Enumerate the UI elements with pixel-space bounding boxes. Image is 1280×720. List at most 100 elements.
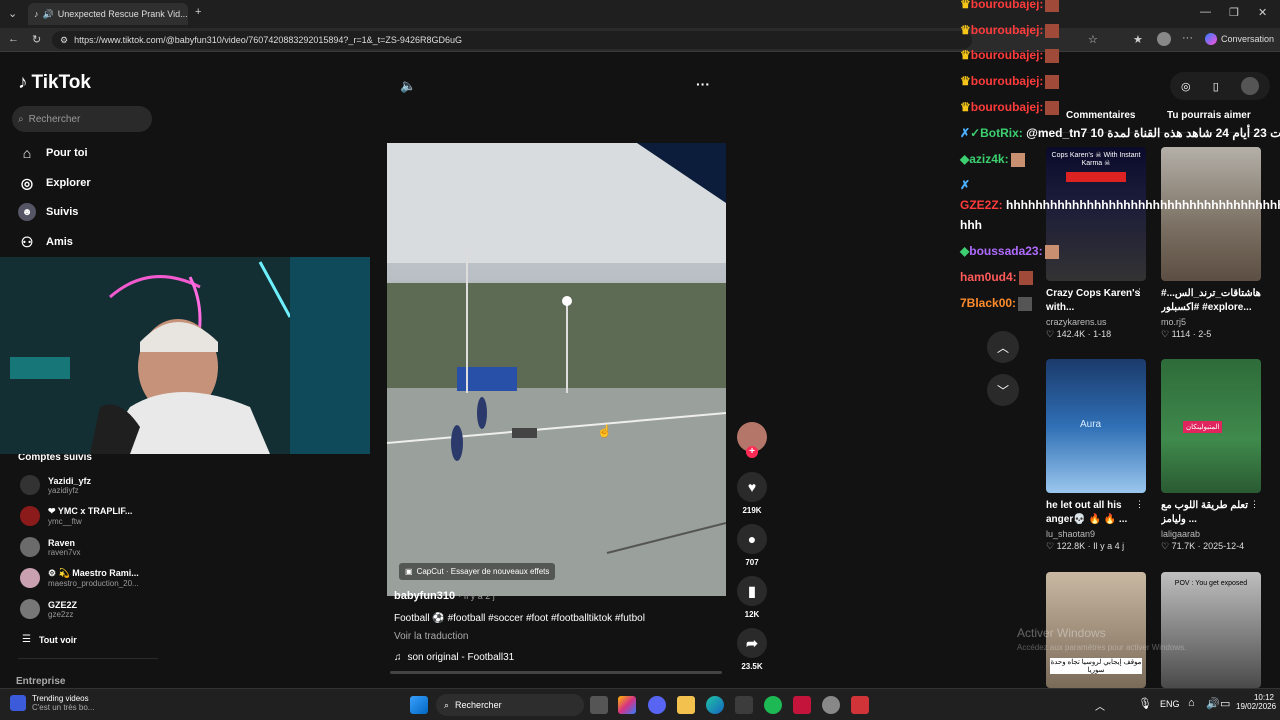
back-icon[interactable]: ← — [8, 33, 19, 45]
card-more-icon[interactable]: ⋮ — [1135, 287, 1144, 298]
windows-watermark-title: Activer Windows — [1017, 626, 1106, 640]
see-all-link[interactable]: ☰ Tout voir — [22, 634, 77, 645]
minimize-icon[interactable]: — — [1200, 6, 1211, 18]
sound-link[interactable]: ♫ son original - Football31 — [394, 652, 514, 663]
browser-tab-bar: ⌄ ♪ 🔊 Unexpected Rescue Prank Vid... ✕ +… — [0, 0, 1280, 28]
windows-start-icon[interactable] — [410, 696, 428, 714]
spotify-icon[interactable] — [764, 696, 782, 714]
sword-badge-icon: ✗ — [960, 178, 971, 192]
capcut-banner[interactable]: ▣ CapCut · Essayer de nouveaux effets — [399, 563, 556, 580]
maximize-icon[interactable]: ❐ — [1229, 6, 1239, 19]
adobe-icon[interactable] — [793, 696, 811, 714]
browser-tab[interactable]: ♪ 🔊 Unexpected Rescue Prank Vid... ✕ — [28, 3, 188, 25]
favorite-star-icon[interactable]: ☆ — [1088, 33, 1098, 46]
more-menu-icon[interactable]: ··· — [1182, 32, 1193, 44]
refresh-icon[interactable]: ↻ — [32, 33, 41, 46]
battery-icon[interactable]: ▭ — [1220, 697, 1230, 710]
chat-message-continued: hhh — [960, 218, 982, 232]
nav-suivis[interactable]: ☻ Suivis — [18, 203, 78, 221]
card-more-icon[interactable]: ⋮ — [1250, 287, 1259, 298]
card-more-icon[interactable]: ⋮ — [1135, 499, 1144, 510]
nav-explorer[interactable]: ◎ Explorer — [18, 174, 91, 192]
network-icon[interactable]: ⌂ — [1188, 697, 1195, 709]
followed-account[interactable]: ⚙ 💫 Maestro Rami... maestro_production_20… — [20, 568, 139, 588]
store-icon[interactable] — [735, 696, 753, 714]
previous-video-button[interactable]: ︿ — [987, 331, 1019, 363]
microphone-icon[interactable]: 🎙 — [1138, 697, 1152, 710]
tiktok-note-icon: ♪ — [18, 72, 28, 93]
app-icon[interactable] — [822, 696, 840, 714]
tiktok-logo[interactable]: ♪ TikTok — [18, 72, 91, 94]
comment-button[interactable]: ● 707 — [736, 524, 768, 567]
progress-bar[interactable] — [390, 671, 722, 674]
app-icon-red[interactable] — [851, 696, 869, 714]
next-video-button[interactable]: ﹀ — [987, 374, 1019, 406]
search-icon: ⌕ — [18, 113, 24, 125]
edge-icon[interactable] — [706, 696, 724, 714]
followed-account[interactable]: ❤ YMC x TRAPLIF... ymc__ftw — [20, 506, 132, 526]
clock[interactable]: 10:12 19/02/2026 — [1236, 693, 1276, 711]
followed-account[interactable]: Yazidi_yfz yazidiyfz — [20, 475, 91, 495]
author-name[interactable]: babyfun310 — [394, 590, 455, 602]
favorites-icon[interactable]: ★ — [1133, 33, 1143, 46]
gem-icon: ◆ — [960, 244, 970, 258]
crown-icon: ♛ — [960, 0, 971, 11]
top-right-controls: ◎ ▯ — [1170, 72, 1270, 100]
new-tab-icon[interactable]: + — [195, 6, 201, 18]
video-card[interactable]: POV : You get exposed — [1161, 572, 1261, 688]
video-card[interactable]: المتبولينكان تعلم طريقة اللوب مع وليامز … — [1161, 359, 1261, 552]
video-card[interactable]: #هاشتاقات_ترند_الس... #اكسبلور #explore.… — [1161, 147, 1261, 340]
tray-chevron-icon[interactable]: ︿ — [1095, 698, 1105, 713]
author-avatar-button[interactable]: + — [736, 422, 768, 458]
video-card[interactable]: Cops Karen's ☠ With Instant Karma ☠ Craz… — [1046, 147, 1146, 340]
site-info-icon[interactable]: ⚙ — [60, 35, 68, 46]
share-button[interactable]: ➦ 23.5K — [736, 628, 768, 671]
followed-account[interactable]: GZE2Z gze2zz — [20, 599, 77, 619]
chat-message: 7Black00: — [960, 296, 1033, 311]
speaker-tab-icon[interactable]: 🔊 — [43, 9, 54, 20]
copilot-button[interactable]: Conversation — [1205, 33, 1274, 45]
tab-comments[interactable]: Commentaires — [1066, 110, 1135, 121]
windows-watermark-text: Accédez aux paramètres pour activer Wind… — [1017, 643, 1187, 652]
crown-icon: ♛ — [960, 100, 971, 114]
url-field[interactable]: ⚙ https://www.tiktok.com/@babyfun310/vid… — [52, 31, 972, 49]
crown-icon: ♛ — [960, 74, 971, 88]
translate-link[interactable]: Voir la traduction — [394, 631, 469, 642]
chat-message: ham0ud4: — [960, 270, 1033, 285]
close-window-icon[interactable]: ✕ — [1258, 6, 1267, 19]
search-icon: ⌕ — [444, 699, 450, 710]
volume-icon[interactable]: 🔈 — [400, 78, 416, 94]
follow-plus-icon[interactable]: + — [746, 446, 758, 458]
copilot-app-icon[interactable] — [618, 696, 636, 714]
taskbar-search[interactable]: ⌕ Rechercher — [436, 694, 584, 716]
chat-message: ♛bouroubajej: — [960, 0, 1060, 12]
tab-suggestions[interactable]: Tu pourrais aimer — [1167, 110, 1251, 121]
task-view-icon[interactable] — [590, 696, 608, 714]
followed-account[interactable]: Raven raven7vx — [20, 537, 80, 557]
card-title: تعلم طريقة اللوب مع وليامز ... — [1161, 500, 1248, 525]
search-input[interactable]: ⌕ Rechercher — [12, 106, 152, 132]
mouse-cursor-icon: ☝ — [597, 424, 612, 438]
file-explorer-icon[interactable] — [677, 696, 695, 714]
profile-avatar[interactable] — [1157, 32, 1171, 46]
discord-icon[interactable] — [648, 696, 666, 714]
card-more-icon[interactable]: ⋮ — [1250, 499, 1259, 510]
bookmark-icon: ▮ — [737, 576, 767, 606]
video-card[interactable]: Aura he let out all his anger💀 🔥 🔥 ... l… — [1046, 359, 1146, 552]
avatar — [20, 599, 40, 619]
user-avatar[interactable] — [1240, 77, 1259, 95]
nav-pour-toi[interactable]: ⌂ Pour toi — [18, 144, 88, 162]
tab-list-icon[interactable]: ⌄ — [8, 7, 17, 20]
widgets-button[interactable]: Trending videos C'est un très bo... — [10, 694, 94, 712]
save-button[interactable]: ▮ 12K — [736, 576, 768, 619]
compass-small-icon[interactable]: ◎ — [1181, 80, 1191, 93]
device-icon[interactable]: ▯ — [1213, 80, 1219, 93]
volume-tray-icon[interactable]: 🔊 — [1206, 697, 1220, 710]
windows-taskbar: Trending videos C'est un très bo... ⌕ Re… — [0, 688, 1280, 720]
language-indicator[interactable]: ENG — [1160, 699, 1180, 709]
like-button[interactable]: ♥ 219K — [736, 472, 768, 515]
more-options-icon[interactable]: ··· — [696, 76, 710, 92]
enterprise-link[interactable]: Entreprise — [16, 676, 65, 687]
video-player[interactable]: ▣ CapCut · Essayer de nouveaux effets — [387, 143, 726, 596]
nav-amis[interactable]: ⚇ Amis — [18, 233, 73, 251]
